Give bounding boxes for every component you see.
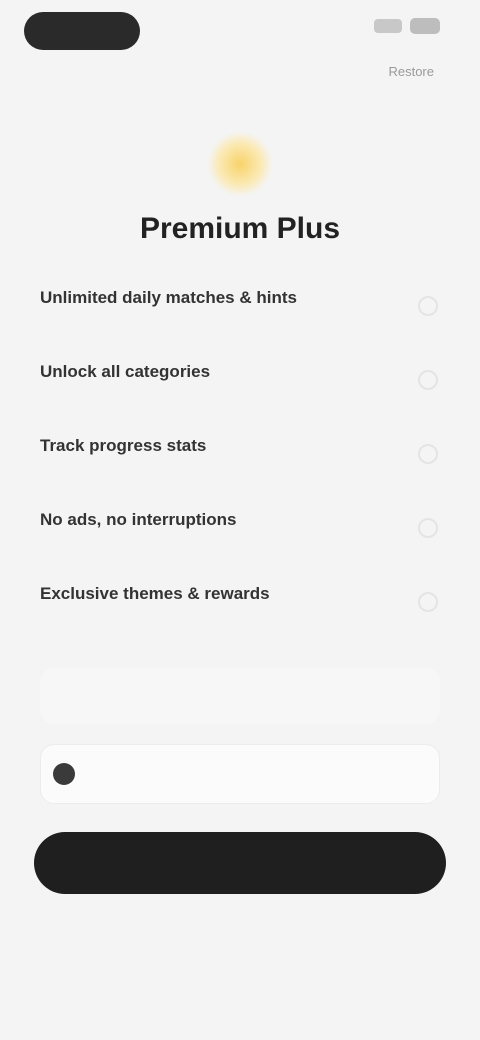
feature-item: Exclusive themes & rewards [40, 566, 440, 640]
status-bar [0, 0, 480, 70]
check-icon [418, 518, 438, 538]
feature-item: No ads, no interruptions [40, 492, 440, 566]
check-icon [418, 296, 438, 316]
price-card[interactable] [40, 668, 440, 724]
restore-link[interactable]: Restore [388, 64, 434, 79]
feature-list: Unlimited daily matches & hints Unlock a… [40, 270, 440, 640]
battery-icon [410, 18, 440, 34]
check-icon [418, 370, 438, 390]
check-icon [418, 592, 438, 612]
toggle-icon[interactable] [53, 763, 75, 785]
feature-item: Unlock all categories [40, 344, 440, 418]
trial-toggle-row[interactable] [40, 744, 440, 804]
feature-label: Unlimited daily matches & hints [40, 288, 297, 307]
feature-label: Exclusive themes & rewards [40, 584, 270, 603]
crown-icon [200, 124, 280, 204]
feature-item: Unlimited daily matches & hints [40, 270, 440, 344]
continue-button[interactable] [34, 832, 446, 894]
feature-label: Track progress stats [40, 436, 207, 455]
footer-links [0, 984, 480, 998]
feature-item: Track progress stats [40, 418, 440, 492]
status-pill [24, 12, 140, 50]
status-icons [374, 18, 440, 34]
signal-icon [374, 19, 402, 33]
feature-label: Unlock all categories [40, 362, 211, 381]
page-title: Premium Plus [139, 212, 341, 245]
check-icon [418, 444, 438, 464]
feature-label: No ads, no interruptions [40, 510, 237, 529]
